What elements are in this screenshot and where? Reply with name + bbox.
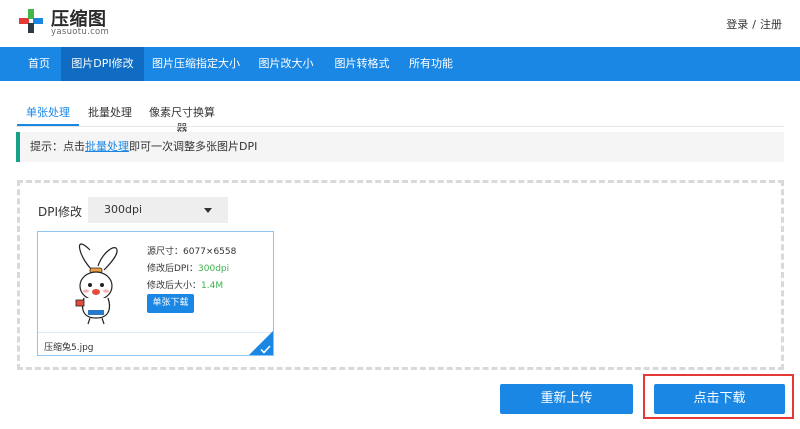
info-dpi-value: 300dpi [198, 264, 230, 274]
header: 压缩图 yasuotu.com 登录 / 注册 [0, 0, 800, 47]
info-dpi-label: 修改后DPI： [147, 264, 199, 274]
upload-area[interactable]: DPI修改 300dpi 源尺寸：6077×6558 修改后DPI：300dpi… [17, 180, 784, 370]
tab-single[interactable]: 单张处理 [17, 104, 79, 126]
info-source-size: 源尺寸：6077×6558 [147, 244, 236, 257]
card-divider [38, 332, 273, 333]
tip-prefix: 提示：点击 [30, 140, 85, 153]
reupload-button[interactable]: 重新上传 [500, 384, 633, 414]
tip-batch-link[interactable]: 批量处理 [85, 140, 129, 153]
tab-divider [16, 126, 784, 127]
main-nav: 首页 图片DPI修改 图片压缩指定大小 图片改大小 图片转格式 所有功能 [0, 47, 800, 81]
register-link[interactable]: 注册 [760, 18, 782, 31]
check-icon [260, 345, 271, 354]
nav-item-dpi[interactable]: 图片DPI修改 [61, 47, 144, 81]
tip-banner: 提示：点击批量处理即可一次调整多张图片DPI [16, 132, 784, 162]
rabbit-mascot-icon [56, 240, 136, 326]
dpi-select-value: 300dpi [104, 203, 143, 216]
login-link[interactable]: 登录 [726, 18, 748, 31]
file-name: 压缩兔5.jpg [44, 343, 94, 353]
nav-item-convert[interactable]: 图片转格式 [324, 47, 400, 81]
nav-item-all[interactable]: 所有功能 [400, 47, 462, 81]
info-size-value: 1.4M [201, 281, 224, 291]
dpi-label: DPI修改 [38, 205, 83, 219]
single-download-button[interactable]: 单张下载 [147, 294, 194, 313]
logo-url: yasuotu.com [51, 27, 110, 37]
tip-suffix: 即可一次调整多张图片DPI [129, 140, 258, 153]
nav-item-home[interactable]: 首页 [17, 47, 61, 81]
file-card[interactable]: 源尺寸：6077×6558 修改后DPI：300dpi 修改后大小：1.4M 单… [37, 231, 274, 356]
logo-icon[interactable] [19, 9, 43, 33]
tab-pixel-converter[interactable]: 像素尺寸换算器 [148, 104, 216, 135]
auth-links: 登录 / 注册 [726, 16, 782, 32]
info-size-label: 修改后大小： [147, 281, 202, 291]
dpi-select[interactable]: 300dpi [88, 197, 228, 223]
auth-separator: / [752, 18, 756, 31]
info-source-label: 源尺寸： [147, 247, 184, 257]
nav-item-compress-size[interactable]: 图片压缩指定大小 [144, 47, 248, 81]
info-dpi: 修改后DPI：300dpi [147, 261, 229, 274]
tab-batch[interactable]: 批量处理 [85, 104, 135, 126]
info-source-value: 6077×6558 [183, 247, 237, 257]
download-highlight-frame [643, 374, 794, 419]
nav-item-resize[interactable]: 图片改大小 [248, 47, 324, 81]
info-size: 修改后大小：1.4M [147, 278, 223, 291]
caret-down-icon [204, 208, 212, 213]
